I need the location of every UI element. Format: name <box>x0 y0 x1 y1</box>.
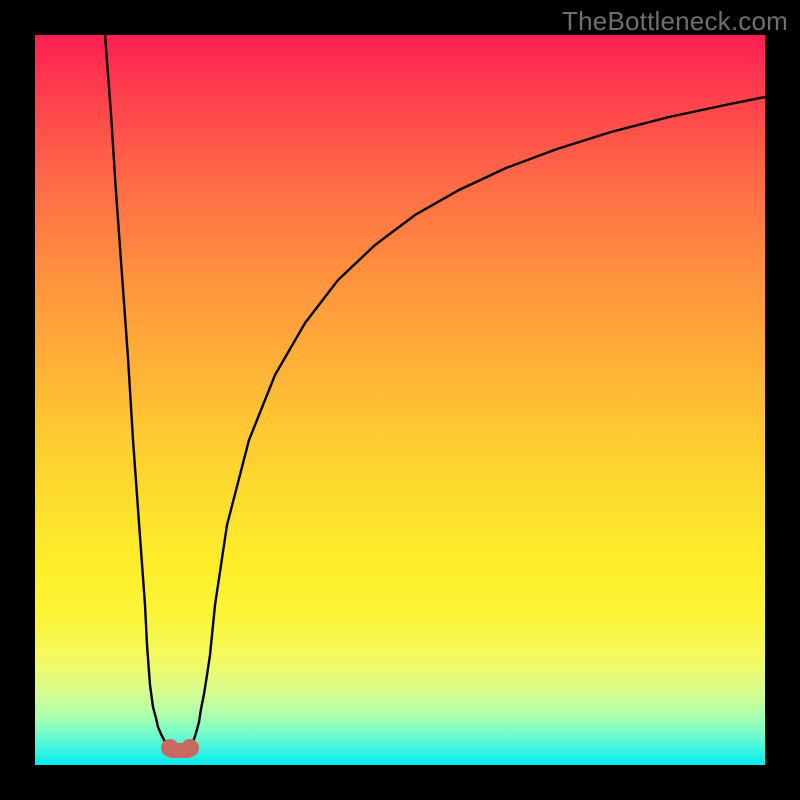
marker-bridge <box>170 743 190 758</box>
watermark-text: TheBottleneck.com <box>562 6 788 37</box>
chart-frame: TheBottleneck.com <box>0 0 800 800</box>
curve-layer <box>35 35 765 765</box>
curve-right-branch <box>190 97 765 748</box>
plot-area <box>35 35 765 765</box>
curve-left-branch <box>105 35 170 748</box>
